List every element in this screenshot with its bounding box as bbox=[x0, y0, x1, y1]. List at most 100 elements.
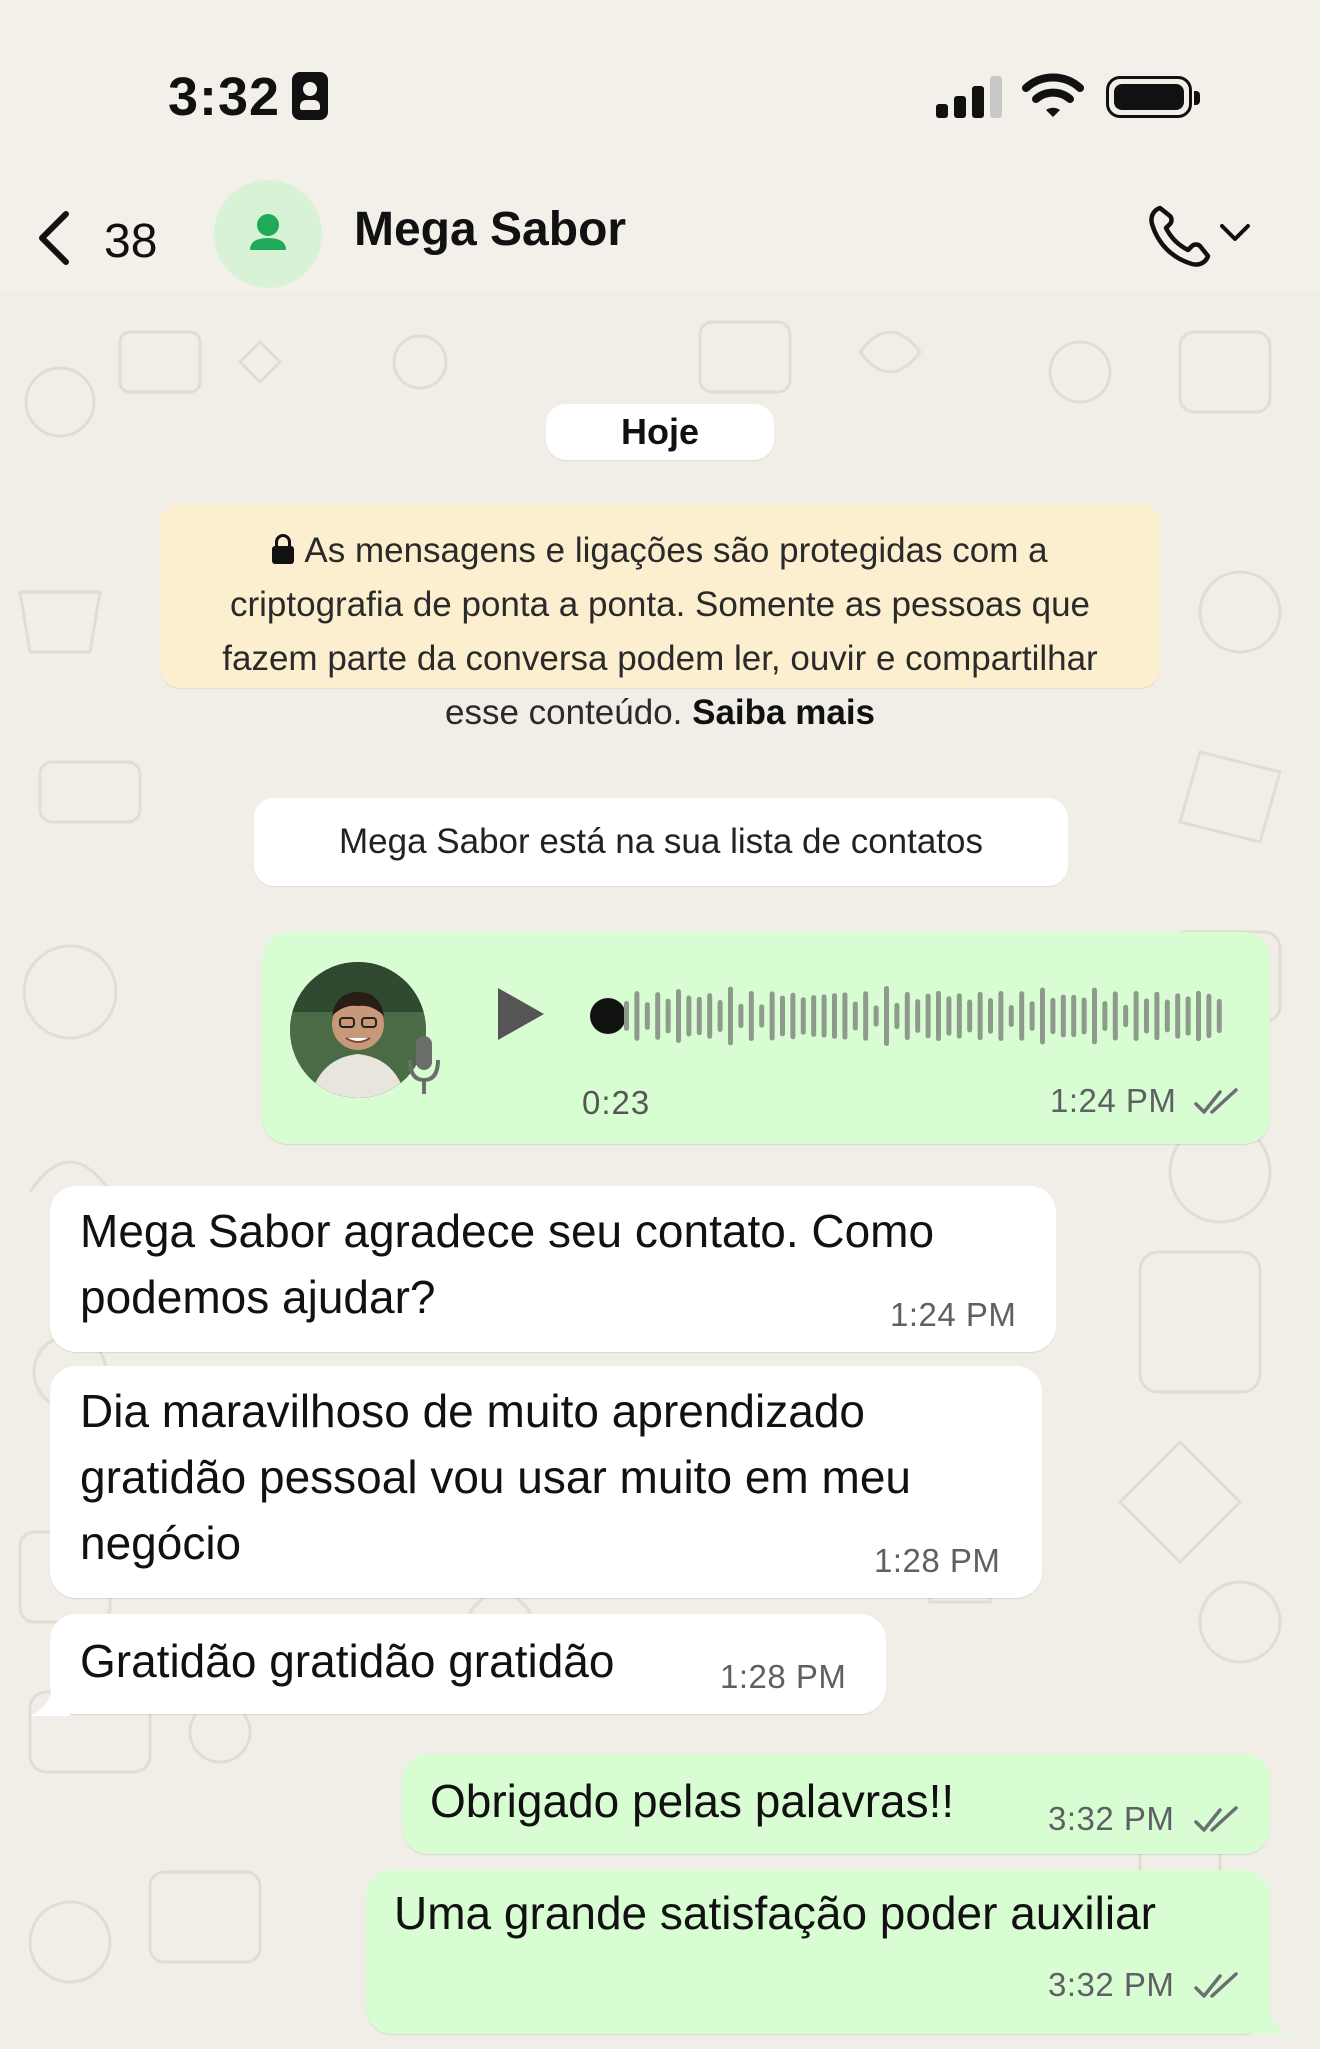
waveform-bar bbox=[686, 995, 692, 1037]
contact-avatar[interactable] bbox=[214, 180, 322, 288]
waveform-bar bbox=[967, 999, 973, 1033]
chat-header: 38 Mega Sabor bbox=[0, 180, 1320, 292]
contact-card-icon bbox=[292, 72, 328, 120]
date-separator: Hoje bbox=[546, 404, 774, 460]
message-time: 1:24 PM bbox=[890, 1296, 1017, 1333]
waveform-bar bbox=[1071, 994, 1077, 1038]
waveform-bar bbox=[676, 989, 681, 1043]
double-check-icon bbox=[1194, 1972, 1238, 1998]
waveform-bar bbox=[1040, 987, 1045, 1045]
message-time: 1:28 PM bbox=[720, 1658, 847, 1695]
waveform-bar bbox=[665, 998, 671, 1034]
waveform-bar bbox=[1008, 1004, 1014, 1028]
waveform-bar bbox=[904, 991, 910, 1041]
waveform-bar bbox=[728, 986, 733, 1046]
encryption-notice[interactable]: As mensagens e ligações são protegidas c… bbox=[160, 504, 1160, 732]
call-button[interactable] bbox=[1146, 200, 1256, 270]
waveform-bar bbox=[717, 1000, 723, 1032]
waveform-bar bbox=[1144, 998, 1149, 1034]
person-icon bbox=[250, 214, 286, 250]
bubble-tail bbox=[30, 1682, 70, 1716]
unread-count: 38 bbox=[104, 215, 158, 268]
waveform-bar bbox=[1081, 997, 1087, 1035]
message-text: Dia maravilhoso de muito aprendizado gra… bbox=[80, 1385, 911, 1569]
message-time: 1:28 PM bbox=[874, 1542, 1001, 1579]
waveform-bar bbox=[790, 992, 796, 1040]
chevron-left-icon bbox=[39, 211, 69, 265]
waveform-bar bbox=[925, 993, 931, 1039]
outgoing-message[interactable]: Uma grande satisfação poder auxiliar 3:3… bbox=[366, 1870, 1270, 2034]
waveform-bar bbox=[894, 1002, 900, 1030]
waveform-bar bbox=[1050, 997, 1056, 1035]
incoming-message[interactable]: Gratidão gratidão gratidão 1:28 PM bbox=[50, 1614, 886, 1714]
waveform-bar bbox=[915, 999, 921, 1033]
status-time: 3:32 bbox=[168, 67, 281, 127]
wifi-icon bbox=[1022, 73, 1084, 117]
waveform-bar bbox=[759, 1004, 765, 1028]
waveform-bar bbox=[1019, 991, 1025, 1041]
waveform-bar bbox=[1060, 994, 1066, 1038]
waveform-bar bbox=[707, 993, 713, 1039]
waveform-bar bbox=[748, 991, 754, 1041]
waveform-bar bbox=[1206, 993, 1212, 1039]
waveform-bar bbox=[832, 993, 837, 1039]
waveform-bar bbox=[696, 996, 702, 1036]
waveform-bar bbox=[936, 990, 941, 1042]
contact-notice: Mega Sabor está na sua lista de contatos bbox=[254, 798, 1068, 886]
back-button[interactable]: 38 bbox=[34, 206, 164, 270]
play-button[interactable] bbox=[498, 988, 544, 1040]
waveform-bar bbox=[988, 998, 993, 1034]
message-text: Uma grande satisfação poder auxiliar bbox=[394, 1887, 1156, 1939]
microphone-icon bbox=[408, 1036, 440, 1094]
whatsapp-chat-screen: 3:32 38 Mega Sabor Hoje As mensagens e l… bbox=[0, 0, 1320, 2049]
waveform-bar bbox=[946, 996, 952, 1036]
waveform-bar bbox=[873, 1005, 879, 1027]
waveform-bar bbox=[1196, 990, 1201, 1042]
incoming-message[interactable]: Mega Sabor agradece seu contato. Como po… bbox=[50, 1186, 1056, 1352]
waveform-bar bbox=[634, 991, 640, 1041]
waveform-bar bbox=[1112, 991, 1118, 1041]
outgoing-message[interactable]: Obrigado pelas palavras!! 3:32 PM bbox=[402, 1754, 1270, 1854]
waveform-bar bbox=[842, 992, 848, 1040]
double-check-icon bbox=[1194, 1088, 1238, 1114]
waveform-bar bbox=[738, 1003, 744, 1029]
waveform-bar bbox=[1216, 998, 1222, 1034]
waveform-bar bbox=[769, 991, 775, 1041]
waveform-bar bbox=[1175, 993, 1181, 1039]
incoming-message[interactable]: Dia maravilhoso de muito aprendizado gra… bbox=[50, 1366, 1042, 1598]
message-text: Obrigado pelas palavras!! bbox=[430, 1775, 955, 1827]
waveform-bar bbox=[800, 997, 806, 1035]
chevron-down-icon bbox=[1220, 224, 1250, 241]
waveform-bar bbox=[977, 991, 983, 1041]
waveform-bar bbox=[1092, 987, 1097, 1045]
waveform-bar bbox=[998, 991, 1004, 1041]
waveform-bar bbox=[863, 991, 869, 1041]
waveform-bar bbox=[644, 1002, 650, 1030]
audio-waveform[interactable] bbox=[620, 976, 1230, 1056]
waveform-bar bbox=[780, 995, 785, 1037]
waveform-bar bbox=[1185, 996, 1191, 1036]
waveform-bar bbox=[655, 992, 661, 1040]
battery-icon bbox=[1106, 76, 1200, 118]
learn-more-link[interactable]: Saiba mais bbox=[692, 693, 875, 732]
waveform-bar bbox=[821, 994, 827, 1038]
waveform-bar bbox=[811, 995, 817, 1037]
waveform-bar bbox=[1123, 1004, 1129, 1028]
waveform-bar bbox=[884, 986, 889, 1046]
waveform-bar bbox=[956, 993, 962, 1039]
lock-icon bbox=[272, 534, 295, 564]
waveform-bar bbox=[1029, 1001, 1035, 1031]
chat-area[interactable]: Hoje As mensagens e ligações são protegi… bbox=[0, 292, 1320, 2049]
contact-name[interactable]: Mega Sabor bbox=[354, 202, 626, 257]
double-check-icon bbox=[1194, 1806, 1238, 1832]
waveform-bar bbox=[1133, 991, 1139, 1041]
message-text: Gratidão gratidão gratidão bbox=[80, 1635, 615, 1687]
phone-icon bbox=[1149, 205, 1211, 267]
waveform-bar bbox=[1102, 1001, 1108, 1031]
status-bar: 3:32 bbox=[0, 0, 1320, 180]
waveform-bar bbox=[1154, 991, 1160, 1041]
message-time: 3:32 PM bbox=[1048, 1800, 1175, 1837]
waveform-bar bbox=[852, 1001, 858, 1031]
cellular-signal-icon bbox=[936, 76, 1002, 118]
voice-duration: 0:23 bbox=[582, 1084, 651, 1121]
